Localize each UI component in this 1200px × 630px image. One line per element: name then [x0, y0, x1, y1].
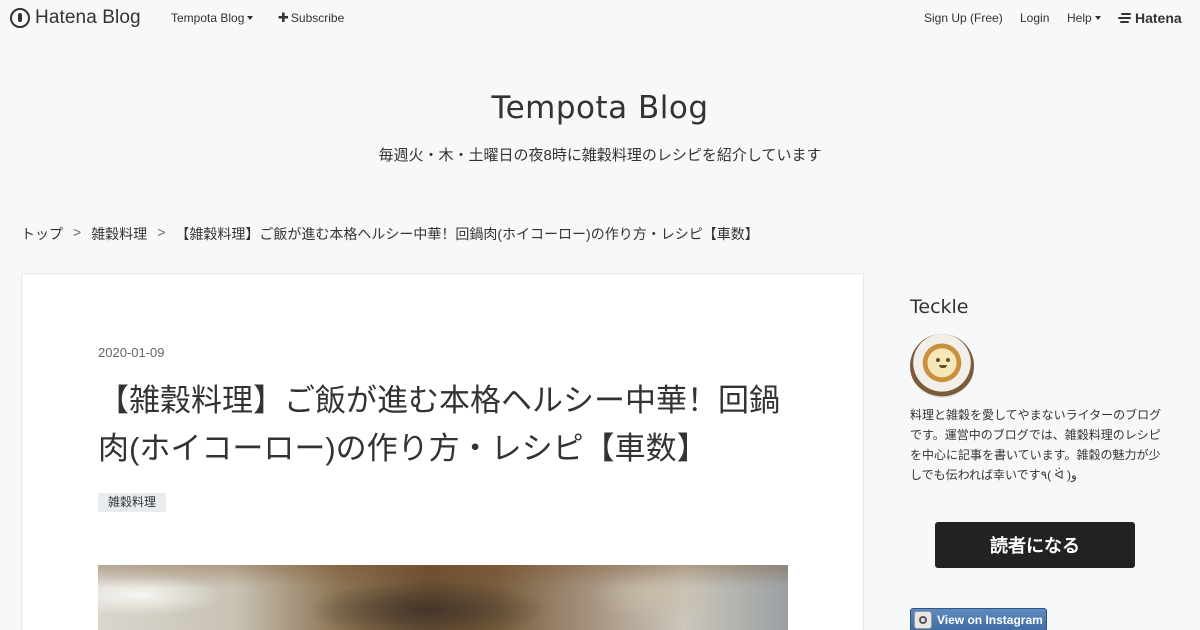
follow-button[interactable]: 読者になる — [935, 522, 1135, 568]
hatena-blog-logo[interactable]: Hatena Blog — [10, 7, 141, 29]
blog-title[interactable]: Tempota Blog — [0, 90, 1200, 126]
hatena-label: Hatena — [1135, 10, 1182, 26]
breadcrumb-item-current: 【雑穀料理】ご飯が進む本格ヘルシー中華！回鍋肉(ホイコーロー)の作り方・レシピ【… — [175, 226, 759, 242]
hatena-mark-icon — [1118, 12, 1132, 24]
breadcrumb-item-top[interactable]: トップ — [21, 224, 63, 244]
login-link[interactable]: Login — [1020, 11, 1049, 25]
instagram-icon — [914, 611, 932, 629]
entry-hero-image — [98, 565, 788, 630]
global-header: Hatena Blog Tempota Blog ✚ Subscribe Sign… — [0, 0, 1200, 36]
avatar-face — [934, 356, 952, 370]
instagram-label: View on Instagram — [937, 613, 1043, 627]
avatar[interactable] — [910, 334, 974, 398]
plus-icon: ✚ — [278, 10, 289, 25]
subscribe-label: Subscribe — [290, 11, 345, 25]
caret-down-icon — [1094, 16, 1101, 20]
signup-link[interactable]: Sign Up (Free) — [924, 11, 1003, 25]
caret-down-icon — [247, 16, 254, 20]
profile-description: 料理と雑穀を愛してやまないライターのブログです。運営中のブログでは、雑穀料理のレ… — [910, 408, 1162, 482]
hatena-blog-logo-icon — [10, 8, 30, 28]
instagram-button[interactable]: View on Instagram — [910, 608, 1047, 630]
blog-menu-label: Tempota Blog — [171, 11, 245, 25]
breadcrumb-separator: > — [157, 224, 166, 240]
entry-article: 2020-01-09 【雑穀料理】ご飯が進む本格ヘルシー中華！回鍋肉(ホイコーロ… — [21, 273, 864, 630]
profile-title: Teckle — [910, 296, 969, 318]
entry-title[interactable]: 【雑穀料理】ご飯が進む本格ヘルシー中華！回鍋肉(ホイコーロー)の作り方・レシピ【… — [98, 377, 798, 473]
help-label: Help — [1067, 11, 1092, 25]
entry-date[interactable]: 2020-01-09 — [98, 345, 165, 360]
blog-menu-dropdown[interactable]: Tempota Blog — [171, 11, 254, 25]
breadcrumb: トップ > 雑穀料理 > 【雑穀料理】ご飯が進む本格ヘルシー中華！回鍋肉(ホイコ… — [21, 224, 759, 244]
help-dropdown[interactable]: Help — [1067, 11, 1101, 25]
hatena-link[interactable]: Hatena — [1118, 10, 1182, 26]
breadcrumb-separator: > — [73, 224, 82, 240]
sidebar: Teckle 料理と雑穀を愛してやまないライターのブログです。運営中のブログでは… — [892, 273, 1180, 630]
breadcrumb-item-category[interactable]: 雑穀料理 — [91, 224, 147, 244]
blog-description: 毎週火・木・土曜日の夜8時に雑穀料理のレシピを紹介しています — [378, 147, 822, 164]
logo-text: Hatena Blog — [35, 7, 141, 28]
entry-category-tag[interactable]: 雑穀料理 — [98, 493, 167, 512]
subscribe-button[interactable]: ✚ Subscribe — [278, 10, 345, 26]
